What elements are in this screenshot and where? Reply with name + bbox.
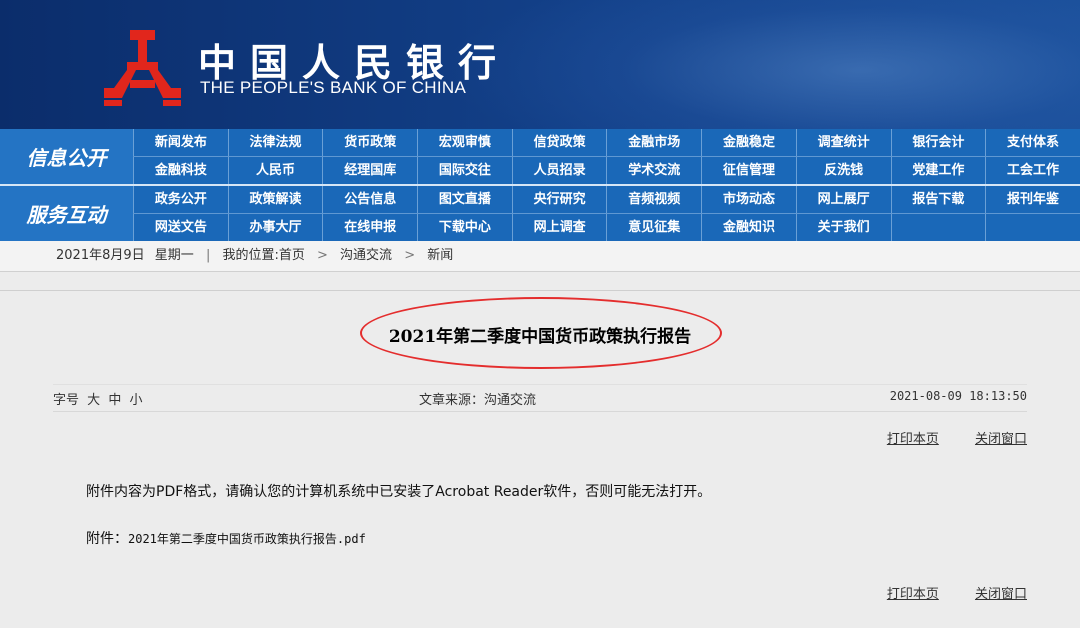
nav-item-empty xyxy=(985,214,1080,241)
nav-section-service-interaction: 服务互动 政务公开 政策解读 公告信息 图文直播 央行研究 音频视频 市场动态 网上展厅 报告下… xyxy=(0,186,1080,241)
nav-row: 新闻发布 法律法规 货币政策 宏观审慎 信贷政策 金融市场 金融稳定 调查统计 银行会计 支付体系 xyxy=(133,129,1080,156)
chevron-right-icon: > xyxy=(404,248,416,263)
nav-item[interactable]: 意见征集 xyxy=(606,214,701,241)
nav-item[interactable]: 下载中心 xyxy=(417,214,512,241)
nav-item[interactable]: 政策解读 xyxy=(227,186,323,213)
nav-section-label: 服务互动 xyxy=(0,186,133,241)
font-size-label: 字号 xyxy=(53,393,80,408)
nav-item[interactable]: 工会工作 xyxy=(985,157,1080,184)
page-actions-bottom: 打印本页 关闭窗口 xyxy=(855,583,1027,602)
breadcrumb-news-link[interactable]: 新闻 xyxy=(427,248,453,263)
nav-item[interactable]: 图文直播 xyxy=(417,186,512,213)
nav-item[interactable]: 金融科技 xyxy=(133,157,228,184)
nav-item[interactable]: 国际交往 xyxy=(417,157,512,184)
bank-name-english: THE PEOPLE'S BANK OF CHINA xyxy=(200,78,467,97)
nav-item[interactable]: 金融市场 xyxy=(606,129,701,156)
breadcrumb-inner: 2021年8月9日 星期一 | 我的位置:首页 > 沟通交流 > 新闻 xyxy=(56,241,453,271)
print-page-link[interactable]: 打印本页 xyxy=(887,432,939,447)
nav-row: 金融科技 人民币 经理国库 国际交往 人员招录 学术交流 征信管理 反洗钱 党建工作 工会工作 xyxy=(133,156,1080,184)
nav-item[interactable]: 学术交流 xyxy=(606,157,701,184)
breadcrumb: 2021年8月9日 星期一 | 我的位置:首页 > 沟通交流 > 新闻 xyxy=(0,241,1080,272)
nav-item[interactable]: 央行研究 xyxy=(511,186,607,213)
article-datetime: 2021-08-09 18:13:50 xyxy=(889,389,1027,403)
nav-item[interactable]: 关于我们 xyxy=(795,214,891,241)
nav-grid: 新闻发布 法律法规 货币政策 宏观审慎 信贷政策 金融市场 金融稳定 调查统计 银行会计 支付体系… xyxy=(133,129,1080,184)
nav-item[interactable]: 法律法规 xyxy=(227,129,323,156)
site-header: 中国人民银行 THE PEOPLE'S BANK OF CHINA xyxy=(0,0,1080,129)
nav-item[interactable]: 党建工作 xyxy=(890,157,986,184)
header-decoration xyxy=(440,0,1080,129)
nav-grid: 政务公开 政策解读 公告信息 图文直播 央行研究 音频视频 市场动态 网上展厅 报告下载 报刊年鉴… xyxy=(133,186,1080,241)
close-window-link[interactable]: 关闭窗口 xyxy=(975,432,1027,447)
breadcrumb-home-link[interactable]: 我的位置:首页 xyxy=(222,248,304,263)
article-source: 文章来源：沟通交流 xyxy=(419,393,537,408)
nav-section-info-disclosure: 信息公开 新闻发布 法律法规 货币政策 宏观审慎 信贷政策 金融市场 金融稳定 调查统计 银行会… xyxy=(0,129,1080,184)
content-divider xyxy=(0,290,1080,291)
pboc-logo-icon[interactable] xyxy=(100,28,185,108)
nav-item[interactable]: 信贷政策 xyxy=(511,129,607,156)
nav-item[interactable]: 人员招录 xyxy=(511,157,607,184)
chevron-right-icon: > xyxy=(317,248,328,263)
nav-item[interactable]: 反洗钱 xyxy=(795,157,891,184)
breadcrumb-communication-link[interactable]: 沟通交流 xyxy=(340,248,392,263)
nav-item[interactable]: 金融知识 xyxy=(701,214,796,241)
highlight-oval-annotation xyxy=(360,297,722,369)
nav-section-label: 信息公开 xyxy=(0,129,133,184)
nav-item[interactable]: 网送文告 xyxy=(133,214,228,241)
article-meta-bar: 字号 大 中 小 文章来源：沟通交流 2021-08-09 18:13:50 xyxy=(53,384,1027,412)
nav-item[interactable]: 新闻发布 xyxy=(133,129,228,156)
nav-item[interactable]: 网上调查 xyxy=(511,214,607,241)
nav-item[interactable]: 人民币 xyxy=(227,157,323,184)
nav-item[interactable]: 公告信息 xyxy=(322,186,417,213)
attachment-line: 附件：2021年第二季度中国货币政策执行报告.pdf xyxy=(86,528,366,548)
nav-item[interactable]: 音频视频 xyxy=(606,186,701,213)
nav-item[interactable]: 办事大厅 xyxy=(227,214,323,241)
font-size-controls: 字号 大 中 小 xyxy=(53,389,142,408)
close-window-link[interactable]: 关闭窗口 xyxy=(975,587,1027,602)
nav-item-empty xyxy=(890,214,986,241)
nav-item[interactable]: 货币政策 xyxy=(322,129,417,156)
attachment-file-link[interactable]: 2021年第二季度中国货币政策执行报告.pdf xyxy=(128,532,366,546)
page-actions-top: 打印本页 关闭窗口 xyxy=(855,428,1027,447)
nav-item[interactable]: 调查统计 xyxy=(795,129,891,156)
nav-item[interactable]: 征信管理 xyxy=(701,157,796,184)
attachment-label: 附件： xyxy=(86,531,128,547)
font-size-small-button[interactable]: 小 xyxy=(129,393,142,408)
current-weekday: 星期一 xyxy=(154,248,194,263)
nav-item[interactable]: 报告下载 xyxy=(890,186,986,213)
print-page-link[interactable]: 打印本页 xyxy=(887,587,939,602)
nav-item[interactable]: 政务公开 xyxy=(133,186,228,213)
main-navigation: 信息公开 新闻发布 法律法规 货币政策 宏观审慎 信贷政策 金融市场 金融稳定 调查统计 银行会… xyxy=(0,129,1080,241)
nav-item[interactable]: 宏观审慎 xyxy=(417,129,512,156)
nav-item[interactable]: 在线申报 xyxy=(322,214,417,241)
current-date: 2021年8月9日 xyxy=(56,248,145,263)
font-size-medium-button[interactable]: 中 xyxy=(108,393,121,408)
nav-row: 网送文告 办事大厅 在线申报 下载中心 网上调查 意见征集 金融知识 关于我们 xyxy=(133,213,1080,241)
nav-item[interactable]: 经理国库 xyxy=(322,157,417,184)
font-size-large-button[interactable]: 大 xyxy=(87,393,100,408)
nav-item[interactable]: 支付体系 xyxy=(985,129,1080,156)
nav-item[interactable]: 网上展厅 xyxy=(795,186,891,213)
nav-item[interactable]: 报刊年鉴 xyxy=(985,186,1080,213)
pdf-notice: 附件内容为PDF格式，请确认您的计算机系统中已安装了Acrobat Reader… xyxy=(86,484,712,500)
nav-item[interactable]: 金融稳定 xyxy=(701,129,796,156)
breadcrumb-separator: | xyxy=(205,248,211,263)
nav-item[interactable]: 银行会计 xyxy=(890,129,986,156)
nav-item[interactable]: 市场动态 xyxy=(701,186,796,213)
nav-row: 政务公开 政策解读 公告信息 图文直播 央行研究 音频视频 市场动态 网上展厅 报告下载 报刊年鉴 xyxy=(133,186,1080,213)
